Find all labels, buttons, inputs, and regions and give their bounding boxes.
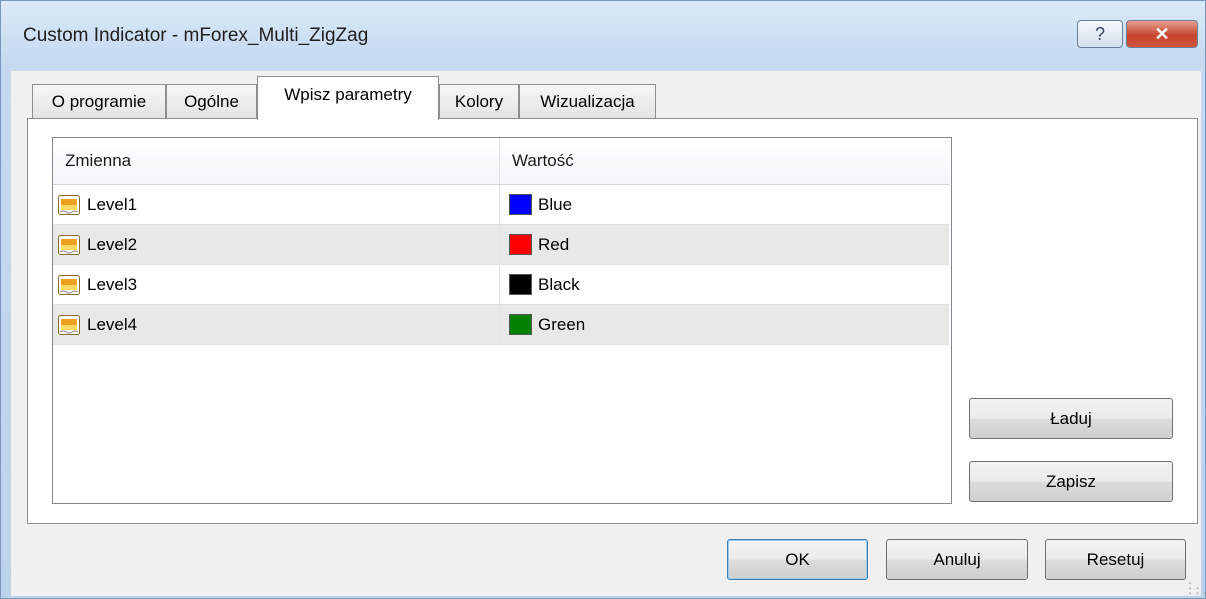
variable-cell[interactable]: Level3	[53, 265, 500, 304]
close-button[interactable]: ✕	[1126, 20, 1198, 48]
parameters-grid: Zmienna Wartość Level1 Blue Level2 Red L…	[52, 137, 952, 504]
column-header-value[interactable]: Wartość	[500, 138, 949, 184]
variable-name: Level3	[87, 274, 138, 294]
table-row[interactable]: Level1 Blue	[53, 185, 949, 225]
tab-ogolne[interactable]: Ogólne	[166, 84, 257, 119]
parameter-icon	[57, 313, 81, 337]
value-text: Black	[538, 274, 580, 294]
tab-o-programie[interactable]: O programie	[32, 84, 166, 119]
cancel-button[interactable]: Anuluj	[886, 539, 1028, 580]
close-icon: ✕	[1154, 23, 1170, 44]
variable-name: Level1	[87, 194, 138, 214]
help-button[interactable]: ?	[1077, 20, 1123, 48]
reset-button[interactable]: Resetuj	[1045, 539, 1186, 580]
parameter-icon	[57, 233, 81, 257]
tab-label: O programie	[51, 92, 147, 111]
value-cell[interactable]: Black	[500, 265, 949, 304]
table-row[interactable]: Level3 Black	[53, 265, 949, 305]
variable-name: Level4	[87, 314, 138, 334]
value-text: Red	[538, 234, 570, 254]
tab-kolory[interactable]: Kolory	[439, 84, 519, 119]
tab-label: Kolory	[454, 92, 504, 111]
value-cell[interactable]: Blue	[500, 185, 949, 224]
color-swatch	[509, 194, 532, 215]
color-swatch	[509, 234, 532, 255]
help-icon: ?	[1094, 23, 1105, 44]
parameter-icon	[57, 273, 81, 297]
value-cell[interactable]: Red	[500, 225, 949, 264]
table-row[interactable]: Level4 Green	[53, 305, 949, 345]
parameter-icon	[57, 193, 81, 217]
tab-label: Wizualizacja	[540, 92, 635, 111]
color-swatch	[509, 314, 532, 335]
column-header-variable[interactable]: Zmienna	[53, 138, 500, 184]
value-cell[interactable]: Green	[500, 305, 949, 344]
grid-header: Zmienna Wartość	[53, 138, 949, 185]
variable-cell[interactable]: Level1	[53, 185, 500, 224]
tab-wizualizacja[interactable]: Wizualizacja	[519, 84, 656, 119]
variable-cell[interactable]: Level2	[53, 225, 500, 264]
load-button[interactable]: Ładuj	[969, 398, 1173, 439]
table-row[interactable]: Level2 Red	[53, 225, 949, 265]
save-button[interactable]: Zapisz	[969, 461, 1173, 502]
window-title: Custom Indicator - mForex_Multi_ZigZag	[23, 25, 369, 46]
ok-button[interactable]: OK	[727, 539, 868, 580]
tab-wpisz-parametry[interactable]: Wpisz parametry	[257, 76, 439, 120]
value-text: Green	[538, 314, 586, 334]
value-text: Blue	[538, 194, 573, 214]
variable-cell[interactable]: Level4	[53, 305, 500, 344]
dialog-window: Custom Indicator - mForex_Multi_ZigZag ?…	[0, 0, 1206, 599]
variable-name: Level2	[87, 234, 138, 254]
tab-label: Ogólne	[184, 92, 239, 111]
tab-label: Wpisz parametry	[284, 85, 412, 104]
resize-grip-icon[interactable]: ⠠ ⠠⠠ ⠠⠠⠠	[1185, 578, 1206, 598]
color-swatch	[509, 274, 532, 295]
